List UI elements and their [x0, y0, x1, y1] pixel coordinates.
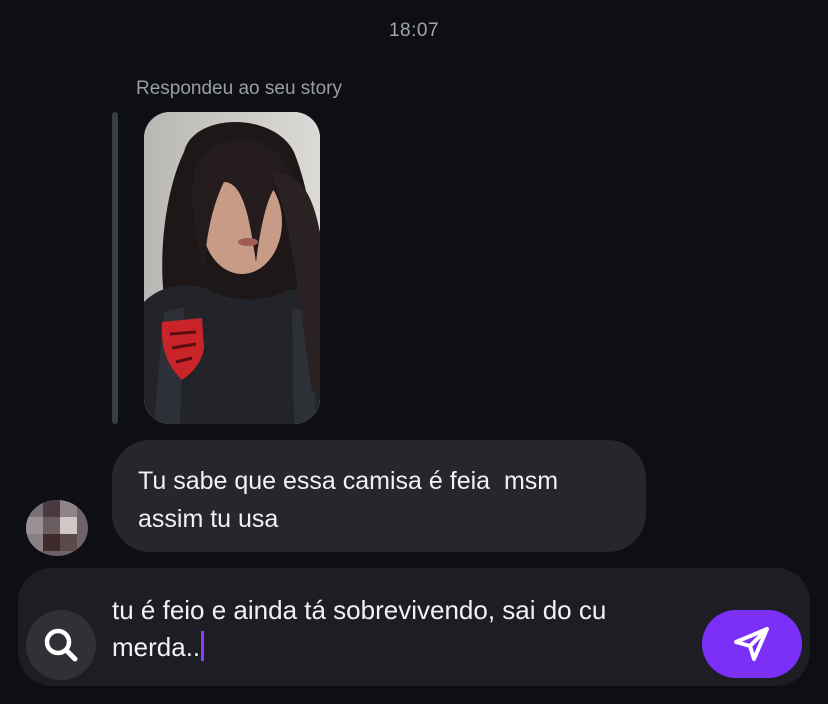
sender-avatar[interactable]: [26, 500, 88, 556]
search-button[interactable]: [26, 610, 96, 680]
draft-line-2-wrap: merda..: [112, 629, 684, 666]
message-timestamp: 18:07: [388, 20, 440, 41]
story-reply-caption: Respondeu ao seu story: [136, 78, 342, 99]
chat-screen: 18:07 Respondeu ao seu story Tu sabe que…: [0, 0, 828, 704]
incoming-message-bubble[interactable]: Tu sabe que essa camisa é feia msm assim…: [112, 440, 646, 552]
draft-line-2: merda..: [112, 632, 201, 662]
message-input[interactable]: tu é feio e ainda tá sobrevivendo, sai d…: [112, 592, 684, 666]
story-photo: [144, 112, 320, 424]
search-icon: [44, 628, 78, 662]
text-caret: [201, 631, 205, 661]
reply-indicator-bar: [112, 112, 118, 424]
draft-line-1: tu é feio e ainda tá sobrevivendo, sai d…: [112, 595, 607, 625]
story-thumbnail[interactable]: [144, 112, 320, 424]
send-icon: [734, 627, 769, 661]
send-button[interactable]: [702, 610, 802, 678]
